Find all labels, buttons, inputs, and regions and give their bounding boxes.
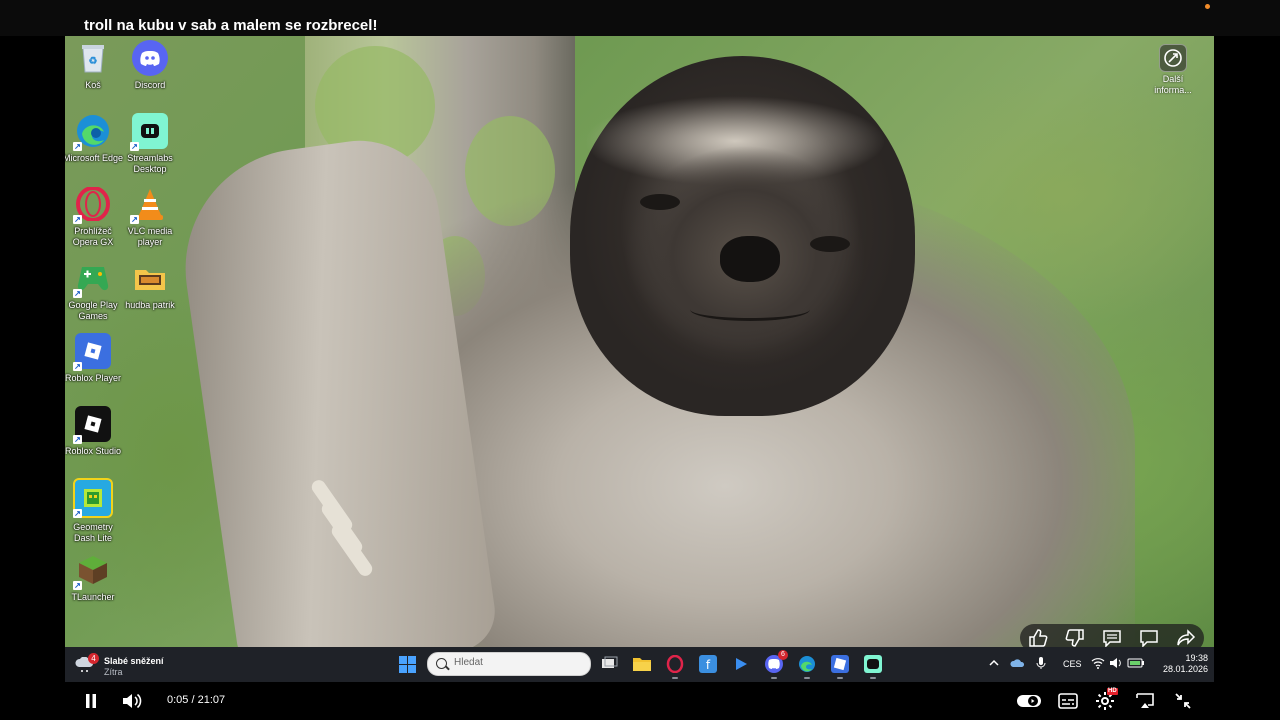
desktop-icon-edge[interactable]: ↗ Microsoft Edge xyxy=(65,113,124,164)
hd-badge: HD xyxy=(1107,688,1118,695)
letterbox-right xyxy=(1214,36,1280,682)
desktop-icon-recycle-bin[interactable]: ♻ Koš xyxy=(65,40,124,91)
share-icon[interactable] xyxy=(1176,629,1196,647)
clock-date: 28.01.2026 xyxy=(1162,664,1208,674)
video-frame[interactable]: ♻ Koš Discord ↗ Microsoft Edge ↗ Streaml… xyxy=(65,36,1214,647)
svg-text:f: f xyxy=(706,658,711,672)
media-app-icon[interactable] xyxy=(732,655,750,673)
desktop-icon-google-play-games[interactable]: ↗ Google Play Games xyxy=(65,260,124,322)
volume-icon xyxy=(123,693,142,709)
search-icon xyxy=(436,658,447,669)
roblox-studio-icon: ↗ xyxy=(73,406,111,444)
clock-time: 19:38 xyxy=(1185,653,1208,663)
edge-icon: ↗ xyxy=(73,113,111,151)
cast-icon xyxy=(1136,693,1154,708)
time-display: 0:05 / 21:07 xyxy=(167,694,226,706)
discord-taskbar-icon[interactable]: 6 xyxy=(765,650,788,679)
google-play-games-icon: ↗ xyxy=(73,260,111,298)
desktop-icon-streamlabs[interactable]: ↗ Streamlabs Desktop xyxy=(119,113,181,175)
settings-button[interactable]: HD xyxy=(1093,682,1118,720)
desktop-icon-roblox-studio[interactable]: ↗ Roblox Studio xyxy=(65,406,124,457)
video-title-bar: troll na kubu v sab a malem se rozbrecel… xyxy=(0,0,1280,36)
desktop-icon-tlauncher[interactable]: ↗ TLauncher xyxy=(65,552,124,603)
autoplay-toggle-icon xyxy=(1017,695,1041,707)
roblox-taskbar-icon[interactable] xyxy=(831,655,849,679)
folder-icon xyxy=(132,260,168,296)
wallpaper-sloth-eye xyxy=(810,236,850,252)
desktop-icon-discord[interactable]: Discord xyxy=(119,40,181,91)
shortcut-arrow-icon: ↗ xyxy=(130,215,139,224)
weather-alert-badge: 4 xyxy=(88,653,99,664)
dislike-icon[interactable] xyxy=(1065,629,1085,647)
pause-icon xyxy=(86,694,96,708)
shortcut-arrow-icon: ↗ xyxy=(73,435,82,444)
svg-text:♻: ♻ xyxy=(89,56,98,67)
files-app-icon[interactable]: f xyxy=(699,655,717,673)
letterbox-left xyxy=(0,36,65,682)
desktop-icon-roblox-player[interactable]: ↗ Roblox Player xyxy=(65,333,124,384)
weather-title: Slabé sněžení xyxy=(104,656,164,666)
streamlabs-taskbar-icon[interactable] xyxy=(864,655,882,679)
opera-gx-taskbar-icon[interactable] xyxy=(666,654,684,679)
streamlabs-icon: ↗ xyxy=(130,113,168,151)
info-circle-icon xyxy=(1159,44,1187,72)
shortcut-arrow-icon: ↗ xyxy=(73,215,82,224)
like-icon[interactable] xyxy=(1028,629,1048,647)
start-button[interactable] xyxy=(399,656,416,673)
comments-icon[interactable] xyxy=(1102,629,1122,648)
shortcut-arrow-icon: ↗ xyxy=(130,142,139,151)
desktop-icon-opera-gx[interactable]: ↗ Prohlížeč Opera GX xyxy=(65,186,124,248)
exit-fullscreen-icon xyxy=(1175,693,1191,709)
exit-fullscreen-button[interactable] xyxy=(1171,682,1195,720)
search-placeholder: Hledat xyxy=(454,657,483,668)
subtitles-button[interactable] xyxy=(1056,682,1080,720)
shortcut-arrow-icon: ↗ xyxy=(73,142,82,151)
chat-icon[interactable] xyxy=(1139,629,1159,648)
discord-icon xyxy=(132,40,168,76)
shortcut-arrow-icon: ↗ xyxy=(73,509,82,518)
windows-taskbar: 4 Slabé sněžení Zítra Hledat f 6 CES 19:… xyxy=(65,647,1214,682)
taskbar-search-box[interactable]: Hledat xyxy=(427,652,591,676)
edge-taskbar-icon[interactable] xyxy=(798,655,816,679)
subtitles-icon xyxy=(1058,693,1078,709)
pause-button[interactable] xyxy=(79,682,103,720)
discord-notification-badge: 6 xyxy=(778,650,788,660)
shortcut-arrow-icon: ↗ xyxy=(73,581,82,590)
vlc-icon: ↗ xyxy=(130,186,168,224)
wallpaper-sloth-mouth xyxy=(690,298,810,321)
tlauncher-icon: ↗ xyxy=(73,552,111,590)
more-info-button[interactable]: Další informa... xyxy=(1150,44,1196,96)
wallpaper-sloth-claws xyxy=(309,476,385,579)
video-title: troll na kubu v sab a malem se rozbrecel… xyxy=(84,17,378,34)
player-controls: 0:05 / 21:07 HD xyxy=(65,682,1214,720)
status-dot xyxy=(1205,4,1210,9)
cast-button[interactable] xyxy=(1133,682,1157,720)
opera-gx-icon: ↗ xyxy=(73,186,111,224)
desktop-icon-geometry-dash[interactable]: ↗ Geometry Dash Lite xyxy=(65,478,124,544)
weather-subtitle: Zítra xyxy=(104,667,123,677)
shortcut-arrow-icon: ↗ xyxy=(73,289,82,298)
shortcut-arrow-icon: ↗ xyxy=(73,362,82,371)
recycle-bin-icon: ♻ xyxy=(75,40,111,76)
roblox-player-icon: ↗ xyxy=(73,333,111,371)
desktop-icon-hudba-patrik[interactable]: hudba patrik xyxy=(119,260,181,311)
wallpaper-sloth-eye xyxy=(640,194,680,210)
autoplay-toggle[interactable] xyxy=(1015,682,1043,720)
weather-widget[interactable]: 4 Slabé sněžení Zítra xyxy=(75,651,185,677)
task-view-icon[interactable] xyxy=(600,655,618,673)
wallpaper-sloth-nose xyxy=(720,236,780,282)
taskbar-clock[interactable]: 19:38 28.01.2026 xyxy=(1128,653,1208,675)
file-explorer-icon[interactable] xyxy=(632,655,651,673)
desktop-icon-vlc[interactable]: ↗ VLC media player xyxy=(119,186,181,248)
mute-button[interactable] xyxy=(119,682,145,720)
geometry-dash-icon: ↗ xyxy=(73,478,113,518)
